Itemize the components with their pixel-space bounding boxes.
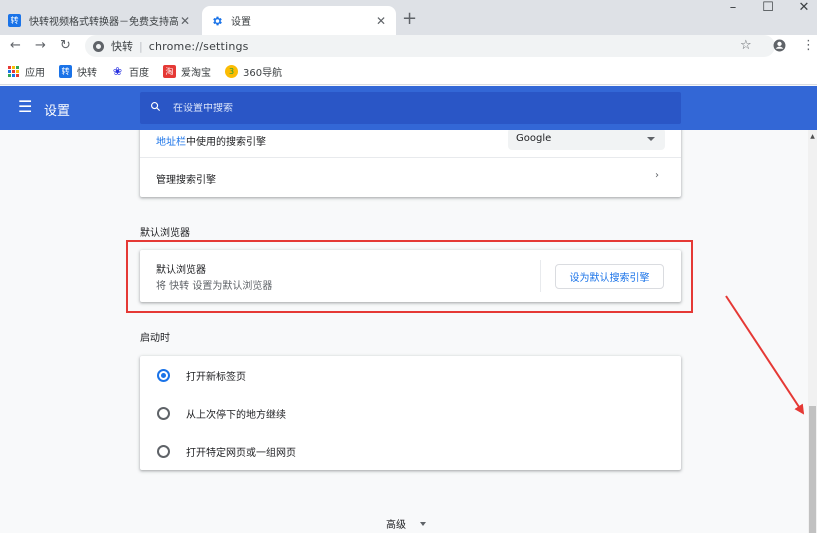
- address-bar-link[interactable]: 地址栏: [156, 137, 186, 148]
- new-tab-plus-icon[interactable]: +: [402, 8, 417, 29]
- back-arrow-icon[interactable]: ←: [10, 38, 21, 53]
- address-bar[interactable]: 快转 | chrome://settings: [85, 35, 775, 57]
- search-engine-select[interactable]: Google: [508, 130, 665, 150]
- omnibox-separator: |: [139, 39, 143, 53]
- radio-label: 从上次停下的地方继续: [186, 410, 286, 421]
- url-text[interactable]: chrome://settings: [149, 40, 249, 53]
- scroll-up-arrow-icon[interactable]: ▲: [808, 133, 817, 140]
- site-chip: 快转: [111, 40, 133, 53]
- close-tab-icon[interactable]: ✕: [178, 14, 192, 28]
- bookmark-360nav[interactable]: 3 360导航: [225, 64, 282, 79]
- tab-strip: 转 快转视频格式转换器－免费支持高 ✕ 设置 ✕ + – ☐ ✕: [0, 0, 817, 35]
- divider: [140, 157, 681, 158]
- search-engine-card: 地址栏中使用的搜索引擎 Google 管理搜索引擎 ›: [140, 130, 681, 197]
- minimize-icon[interactable]: –: [715, 0, 751, 20]
- settings-search[interactable]: [140, 92, 681, 124]
- star-bookmark-icon[interactable]: ☆: [740, 38, 752, 53]
- bookmark-label: 百度: [129, 68, 149, 79]
- close-window-icon[interactable]: ✕: [786, 0, 817, 20]
- bookmark-kuaizhuan[interactable]: 转 快转: [59, 64, 97, 79]
- page-title: 设置: [44, 104, 71, 119]
- radio-label: 打开新标签页: [186, 372, 246, 383]
- radio-label: 打开特定网页或一组网页: [186, 448, 296, 459]
- default-browser-section-title: 默认浏览器: [140, 228, 190, 239]
- scrollbar[interactable]: ▲: [808, 130, 817, 533]
- search-engine-value: Google: [516, 133, 552, 144]
- advanced-label: 高级: [386, 520, 406, 531]
- radio-button[interactable]: [157, 445, 170, 458]
- bookmark-baidu[interactable]: ❀ 百度: [111, 64, 149, 79]
- apps-grid-icon: [8, 66, 19, 77]
- tab-title: 设置: [231, 17, 251, 28]
- radio-button-checked[interactable]: [157, 369, 170, 382]
- taobao-icon: 淘: [163, 65, 176, 78]
- settings-content: 地址栏中使用的搜索引擎 Google 管理搜索引擎 › 默认浏览器 默认浏览器 …: [0, 130, 808, 533]
- startup-card: 打开新标签页 从上次停下的地方继续 打开特定网页或一组网页: [140, 356, 681, 470]
- bookmark-label: 360导航: [243, 68, 283, 79]
- site-info-icon[interactable]: [93, 40, 104, 52]
- kuaizhuan-favicon-icon: 转: [8, 14, 21, 27]
- hamburger-menu-icon[interactable]: ☰: [18, 99, 32, 115]
- search-input[interactable]: [173, 102, 653, 114]
- startup-option-specific-pages[interactable]: 打开特定网页或一组网页: [157, 444, 296, 459]
- maximize-icon[interactable]: ☐: [750, 0, 786, 20]
- bookmark-label: 爱淘宝: [181, 68, 211, 79]
- chevron-down-icon: [647, 137, 655, 141]
- address-bar-engine-label: 地址栏中使用的搜索引擎: [156, 133, 266, 148]
- nav360-icon: 3: [225, 65, 238, 78]
- chevron-right-icon[interactable]: ›: [655, 170, 659, 181]
- search-icon: [150, 101, 161, 115]
- profile-avatar-icon[interactable]: [773, 38, 786, 56]
- tab-kuaizhuan[interactable]: 转 快转视频格式转换器－免费支持高 ✕: [0, 6, 200, 35]
- forward-arrow-icon[interactable]: →: [35, 38, 46, 53]
- manage-search-engines-label[interactable]: 管理搜索引擎: [156, 171, 216, 186]
- tab-title: 快转视频格式转换器－免费支持高: [29, 17, 178, 28]
- bookmark-label: 应用: [25, 68, 45, 79]
- address-bar-engine-label-rest: 中使用的搜索引擎: [186, 137, 266, 148]
- startup-section-title: 启动时: [140, 333, 170, 344]
- radio-button[interactable]: [157, 407, 170, 420]
- close-tab-icon[interactable]: ✕: [374, 14, 388, 28]
- bookmark-taobao[interactable]: 淘 爱淘宝: [163, 64, 211, 79]
- kuaizhuan-icon: 转: [59, 65, 72, 78]
- scrollbar-thumb[interactable]: [809, 406, 816, 533]
- chevron-down-icon: [420, 521, 426, 526]
- gear-icon: [210, 14, 223, 27]
- startup-option-new-tab[interactable]: 打开新标签页: [157, 368, 246, 383]
- reload-icon[interactable]: ↻: [60, 38, 71, 53]
- browser-toolbar: ← → ↻ 快转 | chrome://settings ☆ ⋮: [0, 35, 817, 59]
- bookmark-apps[interactable]: 应用: [8, 64, 45, 79]
- tab-settings[interactable]: 设置 ✕: [202, 6, 396, 35]
- settings-header: ☰ 设置: [0, 86, 817, 130]
- more-menu-icon[interactable]: ⋮: [802, 38, 815, 53]
- advanced-toggle[interactable]: 高级: [386, 516, 426, 531]
- startup-option-continue[interactable]: 从上次停下的地方继续: [157, 406, 286, 421]
- bookmarks-bar: 应用 转 快转 ❀ 百度 淘 爱淘宝 3 360导航: [0, 59, 817, 85]
- annotation-highlight-box: [126, 240, 693, 313]
- baidu-paw-icon: ❀: [111, 65, 124, 78]
- bookmark-label: 快转: [77, 68, 97, 79]
